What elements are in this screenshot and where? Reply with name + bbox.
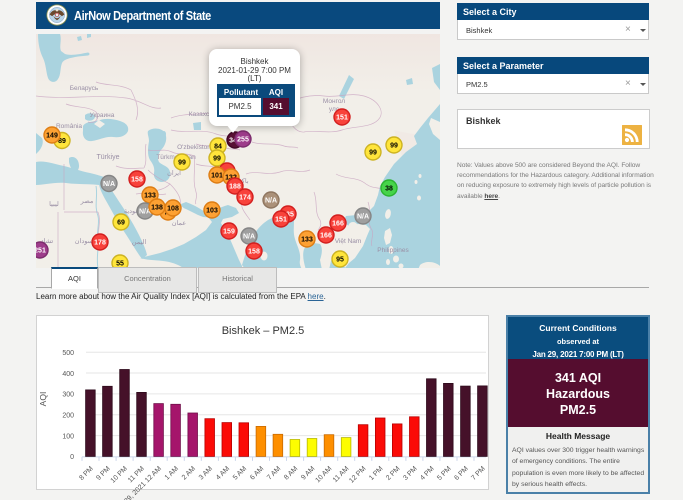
svg-text:O'zbekiston: O'zbekiston [177,144,211,151]
svg-text:0: 0 [70,454,74,461]
svg-text:N/A: N/A [243,233,255,240]
svg-text:Монгол: Монгол [323,98,345,105]
svg-text:103: 103 [206,207,218,214]
svg-text:مصر: مصر [80,198,94,205]
svg-text:99: 99 [178,159,186,166]
svg-text:عمان: عمان [172,219,187,227]
svg-text:Украина: Украина [90,112,115,119]
svg-text:N/A: N/A [103,181,115,188]
svg-text:251: 251 [36,247,46,254]
svg-text:500: 500 [62,350,74,357]
svg-text:Philippines: Philippines [377,247,409,254]
svg-text:166: 166 [332,220,344,227]
svg-text:România: România [56,123,82,130]
svg-text:12 PM: 12 PM [348,465,367,484]
svg-text:Bishkek – PM2.5: Bishkek – PM2.5 [222,325,305,337]
svg-text:1 AM: 1 AM [164,465,180,481]
svg-text:6 AM: 6 AM [249,465,265,481]
svg-text:ليبيا: ليبيا [49,200,59,208]
svg-text:7 AM: 7 AM [266,465,282,481]
svg-text:6 PM: 6 PM [453,465,470,482]
svg-text:8 PM: 8 PM [78,465,95,482]
svg-text:95: 95 [336,256,344,263]
svg-text:133: 133 [144,192,156,199]
svg-text:10 PM: 10 PM [110,465,129,484]
svg-text:ايران: ايران [167,169,181,177]
svg-text:151: 151 [275,216,287,223]
svg-text:188: 188 [229,183,241,190]
svg-text:11 AM: 11 AM [332,465,351,484]
svg-text:200: 200 [62,413,74,420]
svg-text:255: 255 [237,136,249,143]
svg-text:158: 158 [131,176,143,183]
svg-text:3 AM: 3 AM [198,465,214,481]
svg-text:400: 400 [62,371,74,378]
svg-text:Беларусь: Беларусь [70,85,99,92]
svg-text:7 PM: 7 PM [470,465,487,482]
svg-text:178: 178 [94,239,106,246]
svg-text:166: 166 [320,232,332,239]
svg-text:151: 151 [336,114,348,121]
svg-text:10 AM: 10 AM [314,465,333,484]
svg-text:174: 174 [239,194,251,201]
svg-text:5 AM: 5 AM [232,465,248,481]
svg-text:159: 159 [223,228,235,235]
svg-text:101: 101 [211,172,223,179]
svg-text:300: 300 [62,392,74,399]
svg-text:3 PM: 3 PM [402,465,419,482]
svg-text:2 AM: 2 AM [181,465,197,481]
svg-text:99: 99 [369,149,377,156]
svg-text:4 AM: 4 AM [215,465,231,481]
svg-text:99: 99 [390,142,398,149]
svg-text:Việt Nam: Việt Nam [335,238,362,245]
svg-text:138: 138 [151,204,163,211]
svg-text:149: 149 [46,132,58,139]
svg-text:Türkiye: Türkiye [97,154,120,161]
svg-text:N/A: N/A [357,213,369,220]
svg-text:1 PM: 1 PM [368,465,385,482]
svg-text:108: 108 [167,205,179,212]
svg-text:158: 158 [248,248,260,255]
svg-text:99: 99 [213,155,221,162]
svg-text:100: 100 [62,433,74,440]
svg-text:8 AM: 8 AM [283,465,299,481]
svg-text:38: 38 [385,185,393,192]
svg-text:133: 133 [301,236,313,243]
svg-text:4 PM: 4 PM [419,465,436,482]
svg-text:5 PM: 5 PM [436,465,453,482]
svg-text:84: 84 [214,143,222,150]
svg-text:اليمن: اليمن [132,238,147,246]
svg-text:AQI: AQI [38,392,48,407]
svg-text:N/A: N/A [265,197,277,204]
svg-text:69: 69 [117,219,125,226]
svg-text:2 PM: 2 PM [385,465,402,482]
